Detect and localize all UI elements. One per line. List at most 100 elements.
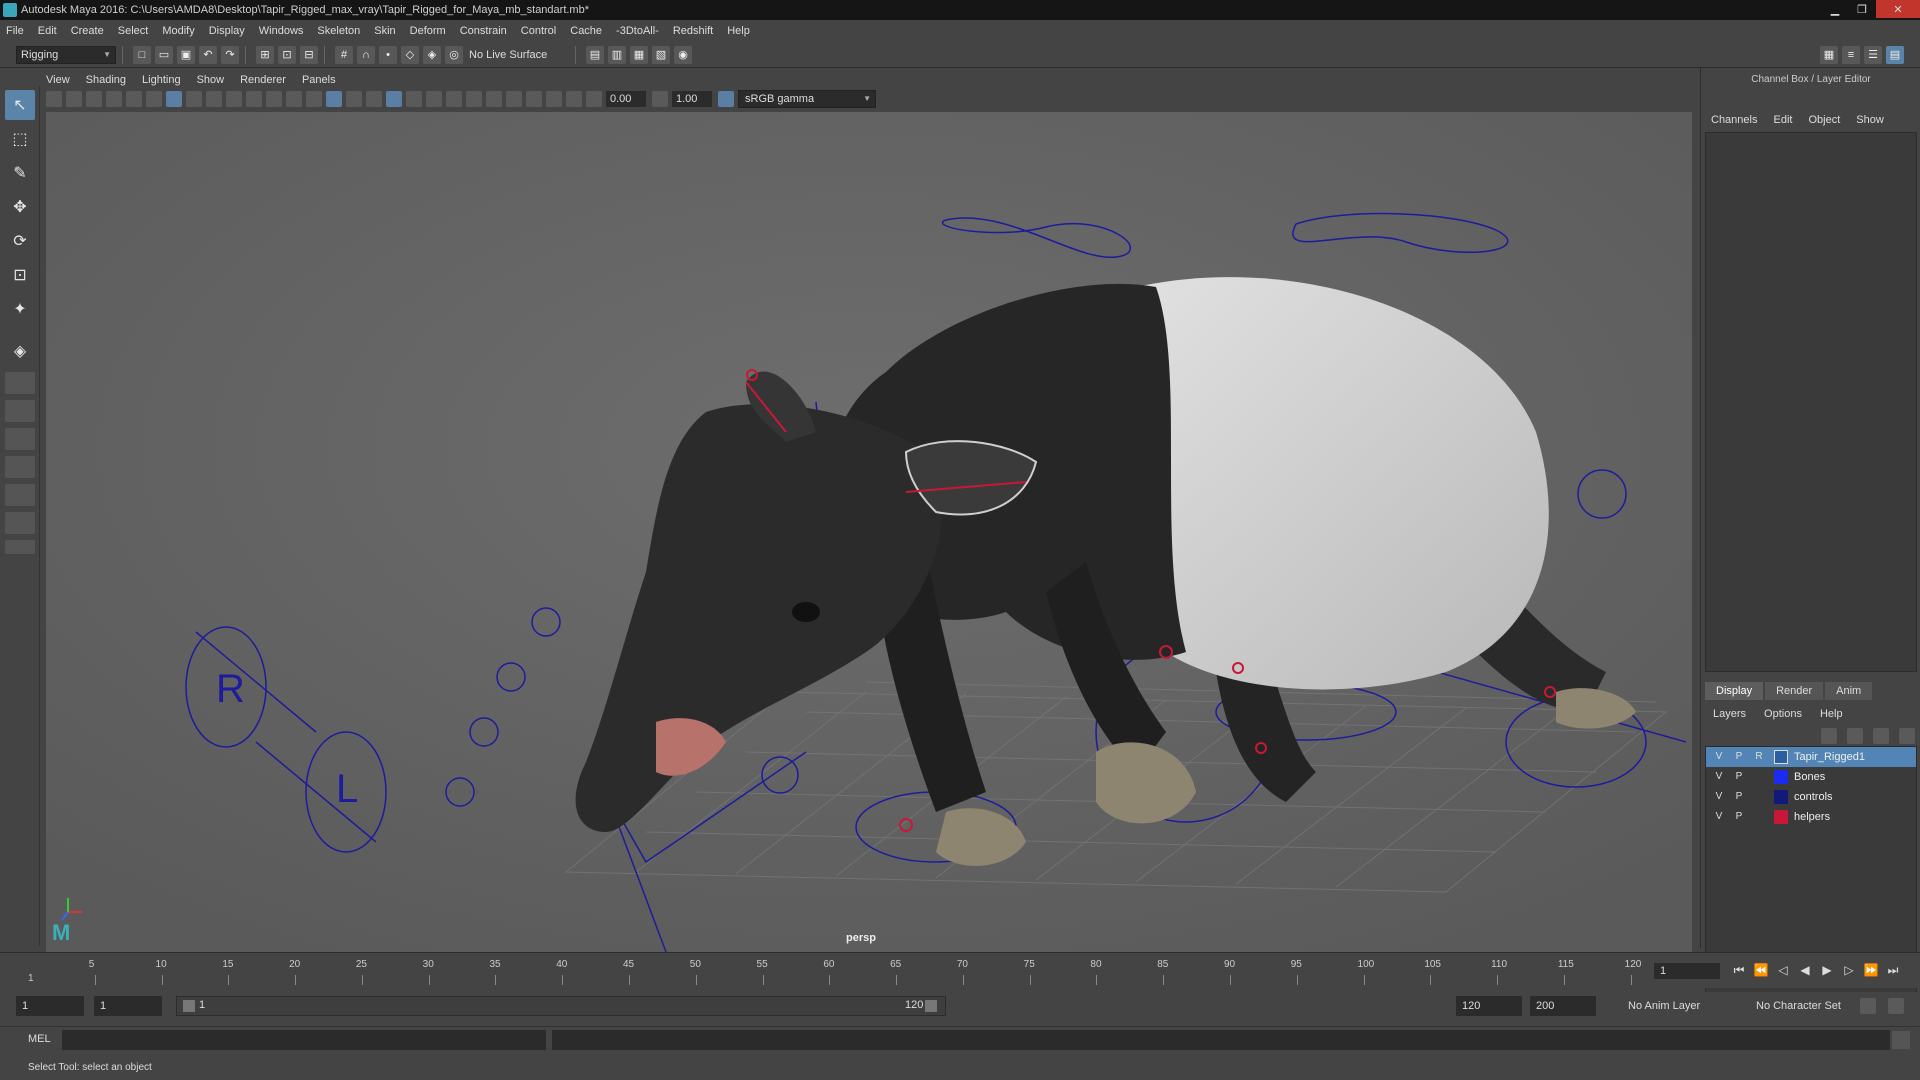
default-material-icon[interactable] bbox=[346, 91, 362, 107]
layer-visibility-toggle[interactable]: V bbox=[1710, 749, 1728, 765]
menu-deform[interactable]: Deform bbox=[410, 25, 446, 37]
layer-row[interactable]: V P controls bbox=[1706, 787, 1916, 807]
camera-select-icon[interactable] bbox=[46, 91, 62, 107]
menu-select[interactable]: Select bbox=[118, 25, 149, 37]
wireframe-icon[interactable] bbox=[306, 91, 322, 107]
snap-grid-icon[interactable]: # bbox=[335, 45, 353, 64]
current-frame-field[interactable]: 1 bbox=[1654, 963, 1720, 979]
panel-menu-renderer[interactable]: Renderer bbox=[240, 74, 286, 86]
layout-graph-icon[interactable] bbox=[5, 484, 35, 506]
go-to-start-icon[interactable]: ⏮ bbox=[1728, 963, 1750, 978]
step-forward-key-icon[interactable]: ⏩ bbox=[1860, 963, 1882, 978]
gamma-field[interactable]: 1.00 bbox=[672, 91, 712, 107]
play-backward-icon[interactable]: ◀ bbox=[1794, 963, 1816, 978]
tab-render[interactable]: Render bbox=[1765, 682, 1824, 700]
film-gate-icon[interactable] bbox=[186, 91, 202, 107]
menu-modify[interactable]: Modify bbox=[162, 25, 194, 37]
layer-row[interactable]: V P Bones bbox=[1706, 767, 1916, 787]
range-start-handle[interactable] bbox=[183, 1000, 195, 1012]
move-tool-icon[interactable]: ✥ bbox=[5, 192, 35, 222]
menu-edit[interactable]: Edit bbox=[38, 25, 57, 37]
step-forward-frame-icon[interactable]: ▷ bbox=[1838, 963, 1860, 978]
anim-layer-select[interactable]: No Anim Layer bbox=[1628, 1000, 1700, 1012]
time-slider[interactable]: 1 5 10 15 20 25 30 35 40 45 50 55 60 65 70 75 80 85 90 95 10… bbox=[0, 952, 1920, 988]
wireframe-on-shaded-icon[interactable] bbox=[366, 91, 382, 107]
command-input[interactable] bbox=[62, 1030, 546, 1050]
view-transform-select[interactable]: sRGB gamma bbox=[738, 90, 876, 108]
shadows-icon[interactable] bbox=[426, 91, 442, 107]
layout-persp-graph-icon[interactable] bbox=[5, 512, 35, 534]
grid-icon[interactable] bbox=[166, 91, 182, 107]
channel-box-toggle-icon[interactable]: ▤ bbox=[1886, 45, 1904, 64]
minimize-button[interactable]: ▁ bbox=[1822, 0, 1848, 18]
safe-action-icon[interactable] bbox=[266, 91, 282, 107]
layout-four-icon[interactable] bbox=[5, 400, 35, 422]
panel-menu-show[interactable]: Show bbox=[197, 74, 225, 86]
new-layer-icon[interactable] bbox=[1873, 728, 1889, 744]
textured-icon[interactable] bbox=[386, 91, 402, 107]
le-menu-options[interactable]: Options bbox=[1764, 708, 1802, 720]
use-all-lights-icon[interactable] bbox=[406, 91, 422, 107]
layer-playback-toggle[interactable]: P bbox=[1730, 789, 1748, 805]
menu-windows[interactable]: Windows bbox=[259, 25, 304, 37]
lasso-tool-icon[interactable]: ⬚ bbox=[5, 124, 35, 154]
menu-create[interactable]: Create bbox=[71, 25, 104, 37]
gamma-icon[interactable] bbox=[652, 91, 668, 107]
modeling-toolkit-icon[interactable]: ▦ bbox=[1820, 45, 1838, 64]
snap-point-icon[interactable]: • bbox=[379, 45, 397, 64]
layer-reference-toggle[interactable] bbox=[1750, 789, 1768, 805]
menu-help[interactable]: Help bbox=[727, 25, 750, 37]
exposure-field[interactable]: 0.00 bbox=[606, 91, 646, 107]
menu-3dtoall[interactable]: -3DtoAll- bbox=[616, 25, 659, 37]
make-live-icon[interactable]: ◎ bbox=[445, 45, 463, 64]
camera-attributes-icon[interactable] bbox=[66, 91, 82, 107]
soft-select-icon[interactable]: ◈ bbox=[5, 336, 35, 366]
new-layer-selected-icon[interactable] bbox=[1899, 728, 1915, 744]
select-hierarchy-icon[interactable]: ⊞ bbox=[256, 45, 274, 64]
smooth-shade-icon[interactable] bbox=[326, 91, 342, 107]
attribute-editor-icon[interactable]: ≡ bbox=[1842, 45, 1860, 64]
layer-color-swatch[interactable] bbox=[1774, 790, 1788, 804]
open-scene-icon[interactable]: ▭ bbox=[155, 45, 173, 64]
playback-start-field[interactable]: 1 bbox=[94, 996, 162, 1016]
auto-key-icon[interactable] bbox=[1860, 998, 1876, 1014]
channel-list[interactable] bbox=[1705, 132, 1917, 672]
menu-set-select[interactable]: Rigging bbox=[16, 45, 116, 64]
screen-space-ao-icon[interactable] bbox=[446, 91, 462, 107]
save-scene-icon[interactable]: ▣ bbox=[177, 45, 195, 64]
playback-end-field[interactable]: 120 bbox=[1456, 996, 1522, 1016]
resolution-gate-icon[interactable] bbox=[206, 91, 222, 107]
menu-skeleton[interactable]: Skeleton bbox=[317, 25, 360, 37]
layout-extra-icon[interactable] bbox=[5, 540, 35, 554]
motion-blur-icon[interactable] bbox=[466, 91, 482, 107]
tab-display[interactable]: Display bbox=[1705, 682, 1764, 700]
render-view-icon[interactable]: ◉ bbox=[674, 45, 692, 64]
render-current-icon[interactable]: ▤ bbox=[586, 45, 604, 64]
step-back-key-icon[interactable]: ⏪ bbox=[1750, 963, 1772, 978]
animation-prefs-icon[interactable] bbox=[1888, 998, 1904, 1014]
layer-color-swatch[interactable] bbox=[1774, 750, 1788, 764]
render-settings-icon[interactable]: ▦ bbox=[630, 45, 648, 64]
start-time-field[interactable]: 1 bbox=[16, 996, 84, 1016]
le-menu-layers[interactable]: Layers bbox=[1713, 708, 1746, 720]
layer-playback-toggle[interactable]: P bbox=[1730, 769, 1748, 785]
layout-single-icon[interactable] bbox=[5, 372, 35, 394]
xray-joints-icon[interactable] bbox=[546, 91, 562, 107]
layer-reference-toggle[interactable] bbox=[1750, 769, 1768, 785]
tab-anim[interactable]: Anim bbox=[1825, 682, 1873, 700]
end-time-field[interactable]: 200 bbox=[1530, 996, 1596, 1016]
field-chart-icon[interactable] bbox=[246, 91, 262, 107]
layer-reference-toggle[interactable] bbox=[1750, 809, 1768, 825]
menu-display[interactable]: Display bbox=[209, 25, 245, 37]
move-layer-down-icon[interactable] bbox=[1847, 728, 1863, 744]
cb-menu-edit[interactable]: Edit bbox=[1773, 114, 1792, 126]
layer-playback-toggle[interactable]: P bbox=[1730, 809, 1748, 825]
character-set-select[interactable]: No Character Set bbox=[1756, 1000, 1841, 1012]
ipr-render-icon[interactable]: ▥ bbox=[608, 45, 626, 64]
undo-icon[interactable]: ↶ bbox=[199, 45, 217, 64]
menu-constrain[interactable]: Constrain bbox=[460, 25, 507, 37]
snap-curve-icon[interactable]: ∩ bbox=[357, 45, 375, 64]
redo-icon[interactable]: ↷ bbox=[221, 45, 239, 64]
2d-pan-zoom-icon[interactable] bbox=[126, 91, 142, 107]
layout-side-icon[interactable] bbox=[5, 428, 35, 450]
